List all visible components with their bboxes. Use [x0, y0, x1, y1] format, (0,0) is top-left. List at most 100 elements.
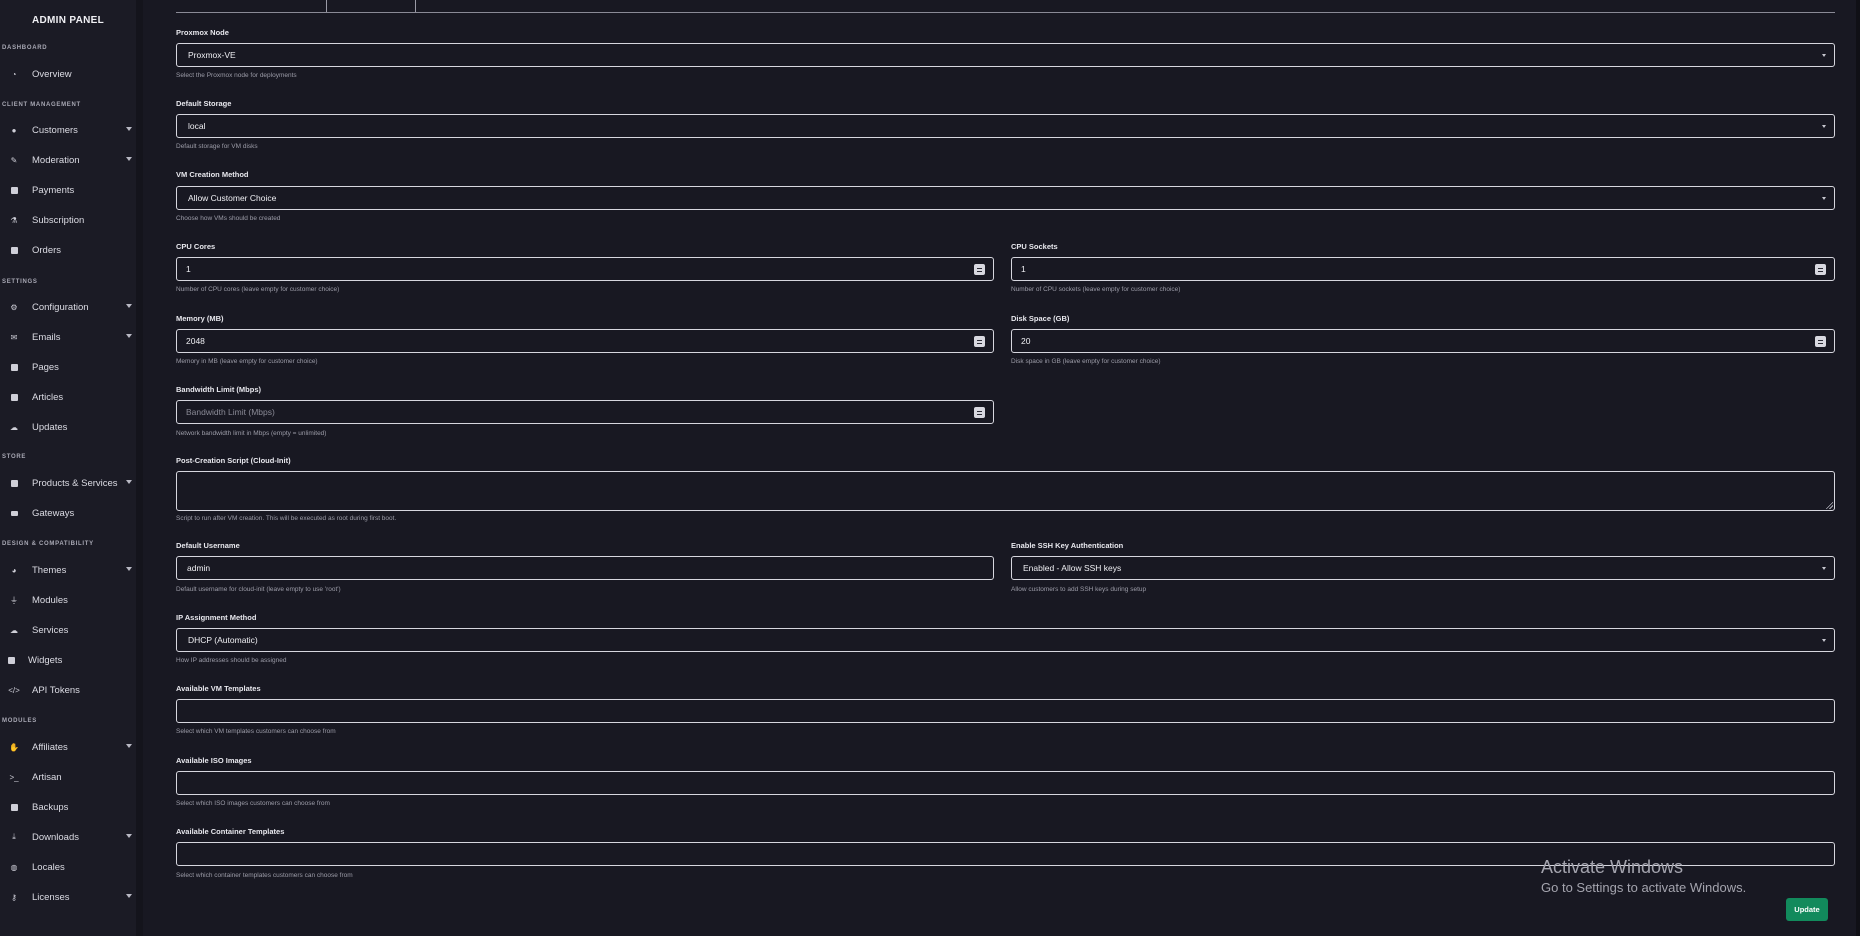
- section-design-compatibility: DESIGN & COMPATIBILITY: [2, 541, 94, 547]
- caret-down-icon: [1822, 197, 1826, 200]
- stepper-icon[interactable]: [1815, 264, 1826, 275]
- resize-handle-icon[interactable]: [1825, 501, 1833, 509]
- post-script-label: Post-Creation Script (Cloud-Init): [176, 456, 291, 465]
- cpu-cores-hint: Number of CPU cores (leave empty for cus…: [176, 286, 340, 293]
- sidebar-item-emails[interactable]: ✉ Emails: [0, 326, 136, 348]
- caret-down-icon: [1822, 125, 1826, 128]
- sidebar-item-subscription[interactable]: ⚗ Subscription: [0, 209, 136, 231]
- disk-space-input[interactable]: 20: [1011, 329, 1835, 353]
- sidebar-item-updates[interactable]: ☁ Updates: [0, 416, 136, 438]
- disk-space-label: Disk Space (GB): [1011, 314, 1070, 323]
- ssh-auth-select[interactable]: Enabled - Allow SSH keys: [1011, 556, 1835, 580]
- memory-label: Memory (MB): [176, 314, 224, 323]
- stepper-icon[interactable]: [974, 264, 985, 275]
- ip-method-label: IP Assignment Method: [176, 613, 257, 622]
- plug-icon: ⏚: [10, 595, 18, 605]
- ssh-auth-hint: Allow customers to add SSH keys during s…: [1011, 586, 1147, 593]
- sidebar-item-modules[interactable]: ⏚ Modules: [0, 589, 136, 611]
- sidebar-item-affiliates[interactable]: ✋ Affiliates: [0, 736, 136, 758]
- user-icon: ●: [11, 125, 17, 135]
- sidebar-item-orders[interactable]: Orders: [0, 239, 136, 261]
- stepper-icon[interactable]: [974, 407, 985, 418]
- default-username-input[interactable]: admin: [176, 556, 994, 580]
- stepper-icon[interactable]: [1815, 336, 1826, 347]
- proxmox-node-hint: Select the Proxmox node for deployments: [176, 72, 297, 79]
- download-icon: ⤓: [12, 832, 16, 841]
- cpu-cores-input[interactable]: 1: [176, 257, 994, 281]
- admin-panel-title: ADMIN PANEL: [31, 15, 104, 26]
- default-username-hint: Default username for cloud-init (leave e…: [176, 586, 341, 593]
- store-icon: [9, 478, 19, 488]
- post-script-textarea[interactable]: [176, 471, 1835, 511]
- default-storage-select[interactable]: local: [176, 114, 1835, 138]
- sidebar-item-backups[interactable]: Backups: [0, 796, 136, 818]
- section-client-management: CLIENT MANAGEMENT: [2, 102, 81, 108]
- sidebar-item-widgets[interactable]: Widgets: [0, 649, 136, 671]
- vm-templates-multiselect[interactable]: [176, 699, 1835, 723]
- widget-icon: [6, 655, 16, 665]
- update-button[interactable]: Update: [1786, 898, 1828, 921]
- stepper-icon[interactable]: [974, 336, 985, 347]
- memory-input[interactable]: 2048: [176, 329, 994, 353]
- key-icon: ⚷: [11, 892, 17, 902]
- bandwidth-input[interactable]: Bandwidth Limit (Mbps): [176, 400, 994, 424]
- gear-icon: ⚙: [10, 302, 18, 312]
- palette-icon: ◕: [11, 565, 17, 575]
- caret-down-icon: [1822, 639, 1826, 642]
- main-content: Proxmox Node Proxmox-VE Select the Proxm…: [143, 0, 1860, 936]
- sidebar-item-articles[interactable]: Articles: [0, 386, 136, 408]
- sidebar-item-gateways[interactable]: Gateways: [0, 502, 136, 524]
- vm-creation-select[interactable]: Allow Customer Choice: [176, 186, 1835, 210]
- iso-images-hint: Select which ISO images customers can ch…: [176, 800, 330, 807]
- default-storage-hint: Default storage for VM disks: [176, 143, 258, 150]
- chevron-down-icon: [126, 127, 132, 131]
- vm-templates-label: Available VM Templates: [176, 684, 261, 693]
- sidebar-item-api-tokens[interactable]: </> API Tokens: [0, 679, 136, 701]
- sidebar-item-pages[interactable]: Pages: [0, 356, 136, 378]
- vm-templates-hint: Select which VM templates customers can …: [176, 728, 336, 735]
- iso-images-multiselect[interactable]: [176, 771, 1835, 795]
- sidebar-item-services[interactable]: ☁ Services: [0, 619, 136, 641]
- bandwidth-hint: Network bandwidth limit in Mbps (empty =…: [176, 430, 327, 437]
- sidebar-item-customers[interactable]: ● Customers: [0, 119, 136, 141]
- sidebar-item-configuration[interactable]: ⚙ Configuration: [0, 296, 136, 318]
- disk-space-hint: Disk space in GB (leave empty for custom…: [1011, 358, 1161, 365]
- sidebar-item-overview[interactable]: ◔ Overview: [0, 63, 136, 85]
- envelope-icon: ✉: [10, 332, 18, 342]
- chevron-down-icon: [126, 334, 132, 338]
- hand-coin-icon: ⚗: [10, 215, 18, 225]
- post-script-hint: Script to run after VM creation. This wi…: [176, 515, 397, 522]
- credit-card-icon: [9, 508, 19, 518]
- sidebar: ADMIN PANEL DASHBOARD ◔ Overview CLIENT M…: [0, 0, 143, 936]
- chevron-down-icon: [126, 744, 132, 748]
- cloud-icon: ☁: [10, 625, 18, 635]
- database-icon: [9, 802, 19, 812]
- watermark-subtitle: Go to Settings to activate Windows.: [1541, 880, 1747, 895]
- chevron-down-icon: [126, 894, 132, 898]
- file-icon: [9, 362, 19, 372]
- ssh-auth-label: Enable SSH Key Authentication: [1011, 541, 1124, 550]
- sidebar-item-artisan[interactable]: >_ Artisan: [0, 766, 136, 788]
- chevron-down-icon: [126, 834, 132, 838]
- cpu-sockets-input[interactable]: 1: [1011, 257, 1835, 281]
- bandwidth-label: Bandwidth Limit (Mbps): [176, 385, 261, 394]
- cpu-cores-label: CPU Cores: [176, 242, 216, 251]
- sidebar-item-downloads[interactable]: ⤓ Downloads: [0, 826, 136, 848]
- windows-activation-watermark: Activate Windows Go to Settings to activ…: [1541, 857, 1746, 895]
- sidebar-item-payments[interactable]: Payments: [0, 179, 136, 201]
- hammer-icon: ✎: [10, 155, 18, 165]
- iso-images-label: Available ISO Images: [176, 756, 252, 765]
- sidebar-item-moderation[interactable]: ✎ Moderation: [0, 149, 136, 171]
- section-store: STORE: [2, 454, 27, 460]
- terminal-icon: >_: [9, 772, 19, 782]
- proxmox-node-select[interactable]: Proxmox-VE: [176, 43, 1835, 67]
- newspaper-icon: [9, 392, 19, 402]
- sidebar-item-products-services[interactable]: Products & Services: [0, 472, 136, 494]
- ip-method-select[interactable]: DHCP (Automatic): [176, 628, 1835, 652]
- sidebar-item-locales[interactable]: ◍ Locales: [0, 856, 136, 878]
- memory-hint: Memory in MB (leave empty for customer c…: [176, 358, 318, 365]
- sidebar-item-licenses[interactable]: ⚷ Licenses: [0, 886, 136, 908]
- globe-icon: ◍: [10, 862, 18, 872]
- sidebar-item-themes[interactable]: ◕ Themes: [0, 559, 136, 581]
- gauge-icon: ◔: [11, 69, 17, 79]
